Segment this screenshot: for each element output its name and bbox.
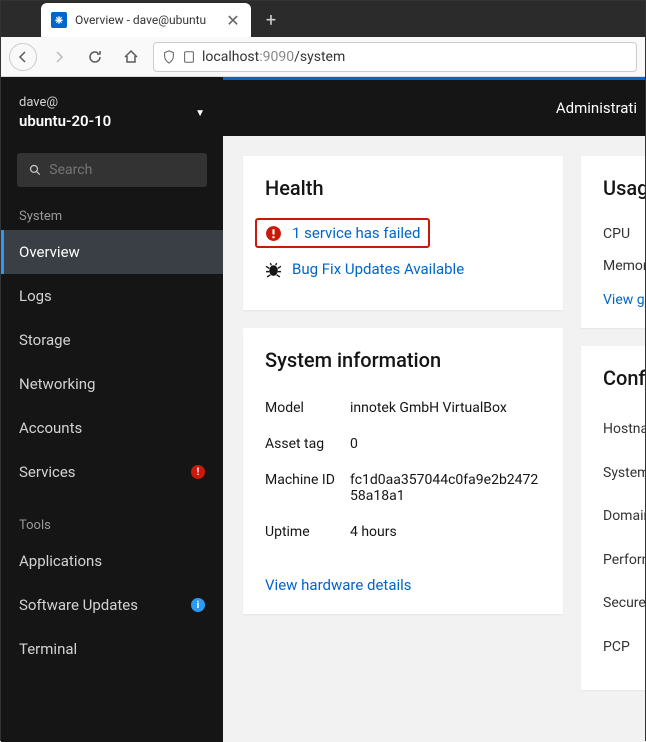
info-row-machine-id: Machine ID fc1d0aa357044c0fa9e2b247258a1… <box>265 462 541 514</box>
new-tab-button[interactable]: + <box>257 6 285 34</box>
usage-title: Usage <box>603 176 645 200</box>
info-row-uptime: Uptime 4 hours <box>265 514 541 550</box>
admin-access-link[interactable]: Administrati <box>556 99 637 117</box>
info-row-model: Model innotek GmbH VirtualBox <box>265 390 541 426</box>
health-failed-service[interactable]: 1 service has failed <box>255 218 430 248</box>
search-input[interactable] <box>49 162 195 178</box>
top-bar: Administrati <box>223 80 645 136</box>
sidebar-item-networking[interactable]: Networking <box>1 362 223 406</box>
sidebar-item-terminal[interactable]: Terminal <box>1 627 223 671</box>
search-icon <box>29 163 41 177</box>
config-pcp[interactable]: PCP <box>603 626 645 670</box>
search-box[interactable] <box>17 153 207 187</box>
view-graphs-link[interactable]: View gr <box>603 292 645 308</box>
host-name: ubuntu-20-10 <box>19 112 111 132</box>
back-button[interactable] <box>9 43 37 71</box>
nav-section-system: System <box>1 199 223 230</box>
sidebar-item-services[interactable]: Services ! <box>1 450 223 494</box>
health-title: Health <box>265 176 541 200</box>
info-icon <box>182 50 196 64</box>
health-bugfix[interactable]: Bug Fix Updates Available <box>265 260 541 278</box>
tab-favicon: ⎈ <box>51 12 67 28</box>
browser-chrome: ⎈ Overview - dave@ubuntu ✕ + localhost:9… <box>1 1 645 77</box>
host-user: dave@ <box>19 95 111 112</box>
nav-bar: localhost:9090/system <box>1 37 645 77</box>
usage-card: Usage CPU Memory View gr <box>581 156 645 328</box>
error-icon <box>265 225 282 242</box>
info-badge-icon: i <box>191 598 205 612</box>
shield-icon <box>162 50 176 64</box>
config-domain[interactable]: Domain <box>603 495 645 539</box>
content: Administrati Health 1 service has failed <box>223 77 645 742</box>
tab-bar: ⎈ Overview - dave@ubuntu ✕ + <box>1 1 645 37</box>
error-badge-icon: ! <box>191 465 205 479</box>
usage-memory: Memory <box>603 250 645 282</box>
config-perf-profile[interactable]: Perform profile <box>603 539 645 583</box>
usage-cpu: CPU <box>603 218 645 250</box>
health-card: Health 1 service has failed <box>243 156 563 310</box>
config-hostname[interactable]: Hostnam <box>603 408 645 452</box>
sidebar-item-applications[interactable]: Applications <box>1 539 223 583</box>
hardware-details-link[interactable]: View hardware details <box>265 576 412 594</box>
sysinfo-card: System information Model innotek GmbH Vi… <box>243 328 563 614</box>
sysinfo-title: System information <box>265 348 541 372</box>
sidebar-item-overview[interactable]: Overview <box>1 230 223 274</box>
sidebar: dave@ ubuntu-20-10 ▼ System Overview Log… <box>1 77 223 742</box>
url-bar[interactable]: localhost:9090/system <box>153 42 637 72</box>
config-title: Confi <box>603 366 645 390</box>
sidebar-item-logs[interactable]: Logs <box>1 274 223 318</box>
host-selector[interactable]: dave@ ubuntu-20-10 ▼ <box>1 81 223 145</box>
home-button[interactable] <box>117 43 145 71</box>
sidebar-item-storage[interactable]: Storage <box>1 318 223 362</box>
config-card: Confi Hostnam System Domain Perform prof… <box>581 346 645 690</box>
close-icon[interactable]: ✕ <box>225 12 241 28</box>
bug-icon <box>265 261 282 278</box>
config-system[interactable]: System <box>603 452 645 496</box>
nav-section-tools: Tools <box>1 508 223 539</box>
tab-title: Overview - dave@ubuntu <box>75 13 217 27</box>
info-row-asset-tag: Asset tag 0 <box>265 426 541 462</box>
url-text: localhost:9090/system <box>202 49 345 65</box>
config-secure[interactable]: Secure S <box>603 582 645 626</box>
sidebar-item-software-updates[interactable]: Software Updates i <box>1 583 223 627</box>
chevron-down-icon: ▼ <box>195 108 205 119</box>
reload-button[interactable] <box>81 43 109 71</box>
browser-tab[interactable]: ⎈ Overview - dave@ubuntu ✕ <box>41 3 251 37</box>
sidebar-item-accounts[interactable]: Accounts <box>1 406 223 450</box>
forward-button[interactable] <box>45 43 73 71</box>
